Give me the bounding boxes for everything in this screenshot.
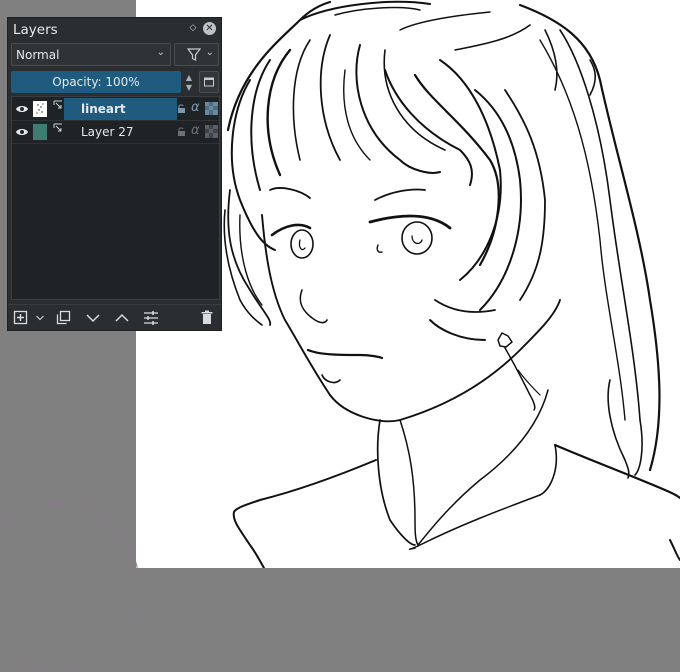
spin-down-icon[interactable]: ▼ bbox=[182, 83, 196, 93]
layer-name-area[interactable]: Layer 27 bbox=[64, 121, 177, 143]
layer-filter-button[interactable]: ⌄ bbox=[174, 43, 219, 66]
layer-properties-button[interactable] bbox=[143, 309, 159, 327]
move-layer-down-button[interactable] bbox=[85, 309, 101, 327]
add-layer-button[interactable] bbox=[13, 309, 29, 327]
eye-icon[interactable] bbox=[15, 103, 29, 115]
opacity-options-button[interactable] bbox=[199, 71, 219, 93]
close-icon: ✕ bbox=[205, 23, 214, 34]
blend-mode-select[interactable]: Normal ⌄ bbox=[11, 43, 171, 66]
layer-name[interactable]: Layer 27 bbox=[81, 125, 134, 139]
lock-icon[interactable] bbox=[177, 127, 186, 137]
lock-icon[interactable] bbox=[177, 104, 186, 114]
add-layer-options-button[interactable] bbox=[35, 309, 45, 327]
diamond-icon: ◇ bbox=[189, 23, 197, 33]
move-layer-up-button[interactable] bbox=[114, 309, 130, 327]
float-docker-button[interactable]: ◇ bbox=[188, 21, 198, 35]
inherit-alpha-icon[interactable] bbox=[205, 102, 218, 115]
duplicate-layer-button[interactable] bbox=[56, 309, 72, 327]
layer-row[interactable]: Layer 27 α bbox=[12, 121, 219, 144]
layer-list[interactable]: lineart α Layer 27 α bbox=[11, 96, 220, 300]
chevron-down-icon: ⌄ bbox=[205, 47, 214, 58]
layer-name-area[interactable]: lineart bbox=[64, 98, 177, 120]
layer-thumbnail bbox=[33, 124, 47, 140]
funnel-icon bbox=[187, 48, 201, 61]
close-docker-button[interactable]: ✕ bbox=[203, 22, 216, 35]
panel-menu-icon bbox=[204, 77, 214, 87]
opacity-label: Opacity: 100% bbox=[52, 75, 140, 89]
delete-layer-button[interactable] bbox=[200, 309, 214, 327]
paint-layer-icon bbox=[53, 100, 62, 109]
row-divider bbox=[12, 143, 219, 144]
layer-thumbnail bbox=[33, 101, 47, 117]
layer-toolbar bbox=[8, 304, 221, 331]
spin-up-icon[interactable]: ▲ bbox=[182, 73, 196, 83]
paint-layer-icon bbox=[53, 123, 62, 132]
layer-row[interactable]: lineart α bbox=[12, 98, 219, 121]
opacity-slider[interactable]: Opacity: 100% bbox=[11, 71, 181, 93]
alpha-lock-icon[interactable]: α bbox=[191, 123, 200, 138]
chevron-down-icon: ⌄ bbox=[156, 47, 165, 58]
docker-title: Layers bbox=[13, 22, 58, 38]
layer-name[interactable]: lineart bbox=[81, 102, 126, 116]
inherit-alpha-icon[interactable] bbox=[205, 125, 218, 138]
alpha-lock-icon[interactable]: α bbox=[191, 100, 200, 115]
eye-icon[interactable] bbox=[15, 126, 29, 138]
layers-docker: Layers ◇ ✕ Normal ⌄ ⌄ Opacity: 100% ▲ ▼ … bbox=[7, 17, 222, 331]
opacity-spinner[interactable]: ▲ ▼ bbox=[182, 71, 196, 93]
blend-mode-value: Normal bbox=[16, 48, 60, 62]
